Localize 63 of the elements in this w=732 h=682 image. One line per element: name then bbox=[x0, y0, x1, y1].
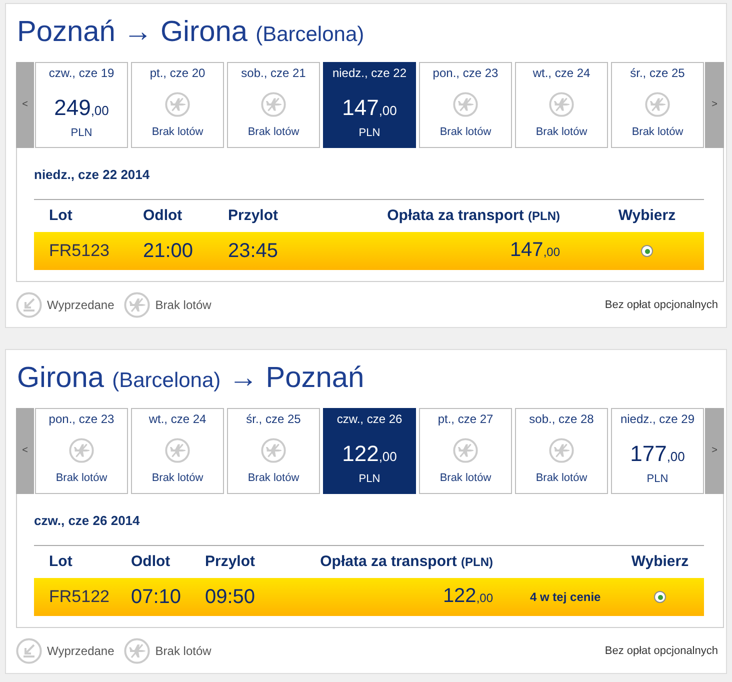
previous-dates-button[interactable]: < bbox=[16, 62, 34, 148]
crossed-plane-icon bbox=[165, 438, 190, 463]
flight-row[interactable]: FR5123 21:00 23:45 147,00 bbox=[34, 232, 704, 270]
crossed-plane-icon bbox=[549, 92, 574, 117]
departure-time: 21:00 bbox=[143, 239, 194, 263]
crossed-plane-icon bbox=[69, 438, 94, 463]
date-tile[interactable]: wt., cze 24 Brak lotów bbox=[131, 408, 224, 494]
flight-number: FR5123 bbox=[49, 241, 110, 261]
date-tile[interactable]: czw., cze 19 249,00 PLN bbox=[35, 62, 128, 148]
date-tile[interactable]: śr., cze 25 Brak lotów bbox=[611, 62, 704, 148]
date-tile[interactable]: niedz., cze 29 177,00 PLN bbox=[611, 408, 704, 494]
fees-note: Bez opłat opcjonalnych bbox=[604, 298, 718, 312]
column-header: Przylot bbox=[228, 207, 278, 225]
flight-row[interactable]: FR5122 07:10 09:50 122,00 4 w tej cenie bbox=[34, 578, 704, 616]
crossed-plane-icon bbox=[261, 92, 286, 117]
select-radio[interactable] bbox=[641, 245, 653, 257]
column-header: Opłata za transport (PLN) bbox=[387, 207, 560, 225]
column-header: Wybierz bbox=[631, 553, 689, 571]
crossed-plane-icon bbox=[453, 438, 478, 463]
crossed-plane-icon bbox=[124, 292, 150, 318]
date-tile[interactable]: sob., cze 28 Brak lotów bbox=[515, 408, 608, 494]
previous-dates-button[interactable]: < bbox=[16, 408, 34, 494]
column-header: Lot bbox=[49, 207, 72, 225]
next-dates-button[interactable]: > bbox=[705, 408, 724, 494]
crossed-plane-icon bbox=[165, 92, 190, 117]
column-header: Wybierz bbox=[618, 207, 676, 225]
select-radio[interactable] bbox=[654, 591, 666, 603]
date-tile[interactable]: pon., cze 23 Brak lotów bbox=[35, 408, 128, 494]
fare-price: 147,00 bbox=[510, 238, 560, 263]
column-header: Odlot bbox=[131, 553, 170, 571]
date-tile[interactable]: sob., cze 21 Brak lotów bbox=[227, 62, 320, 148]
date-tile[interactable]: pt., cze 27 Brak lotów bbox=[419, 408, 512, 494]
crossed-plane-icon bbox=[549, 438, 574, 463]
arrival-time: 09:50 bbox=[205, 585, 256, 609]
date-tile[interactable]: pon., cze 23 Brak lotów bbox=[419, 62, 512, 148]
column-header: Lot bbox=[49, 553, 72, 571]
next-dates-button[interactable]: > bbox=[705, 62, 724, 148]
departure-time: 07:10 bbox=[131, 585, 182, 609]
column-header: Opłata za transport (PLN) bbox=[320, 553, 493, 571]
route-title: Girona (Barcelona) → Poznań bbox=[17, 361, 364, 396]
legend-label: Wyprzedane bbox=[47, 644, 114, 658]
seats-left-note: 4 w tej cenie bbox=[530, 590, 601, 604]
date-tile[interactable]: śr., cze 25 Brak lotów bbox=[227, 408, 320, 494]
crossed-plane-icon bbox=[261, 438, 286, 463]
fare-price: 122,00 bbox=[442, 584, 493, 609]
column-header: Odlot bbox=[143, 207, 182, 225]
crossed-plane-icon bbox=[453, 92, 478, 117]
date-tile[interactable]: niedz., cze 22 147,00 PLN bbox=[323, 62, 416, 148]
selected-date: czw., cze 26 2014 bbox=[34, 513, 140, 529]
column-header: Przylot bbox=[205, 553, 256, 571]
fees-note: Bez opłat opcjonalnych bbox=[604, 644, 718, 658]
date-tile[interactable]: pt., cze 20 Brak lotów bbox=[131, 62, 224, 148]
flight-number: FR5122 bbox=[49, 587, 110, 607]
route-title: Poznań → Girona (Barcelona) bbox=[17, 15, 364, 50]
arrival-time: 23:45 bbox=[228, 239, 278, 263]
selected-date: niedz., cze 22 2014 bbox=[34, 167, 150, 183]
crossed-plane-icon bbox=[645, 92, 670, 117]
legend-label: Brak lotów bbox=[155, 644, 212, 658]
date-tile[interactable]: czw., cze 26 122,00 PLN bbox=[323, 408, 416, 494]
legend-label: Brak lotów bbox=[155, 298, 212, 312]
date-tile[interactable]: wt., cze 24 Brak lotów bbox=[515, 62, 608, 148]
crossed-plane-icon bbox=[124, 638, 150, 664]
legend-label: Wyprzedane bbox=[47, 298, 114, 312]
